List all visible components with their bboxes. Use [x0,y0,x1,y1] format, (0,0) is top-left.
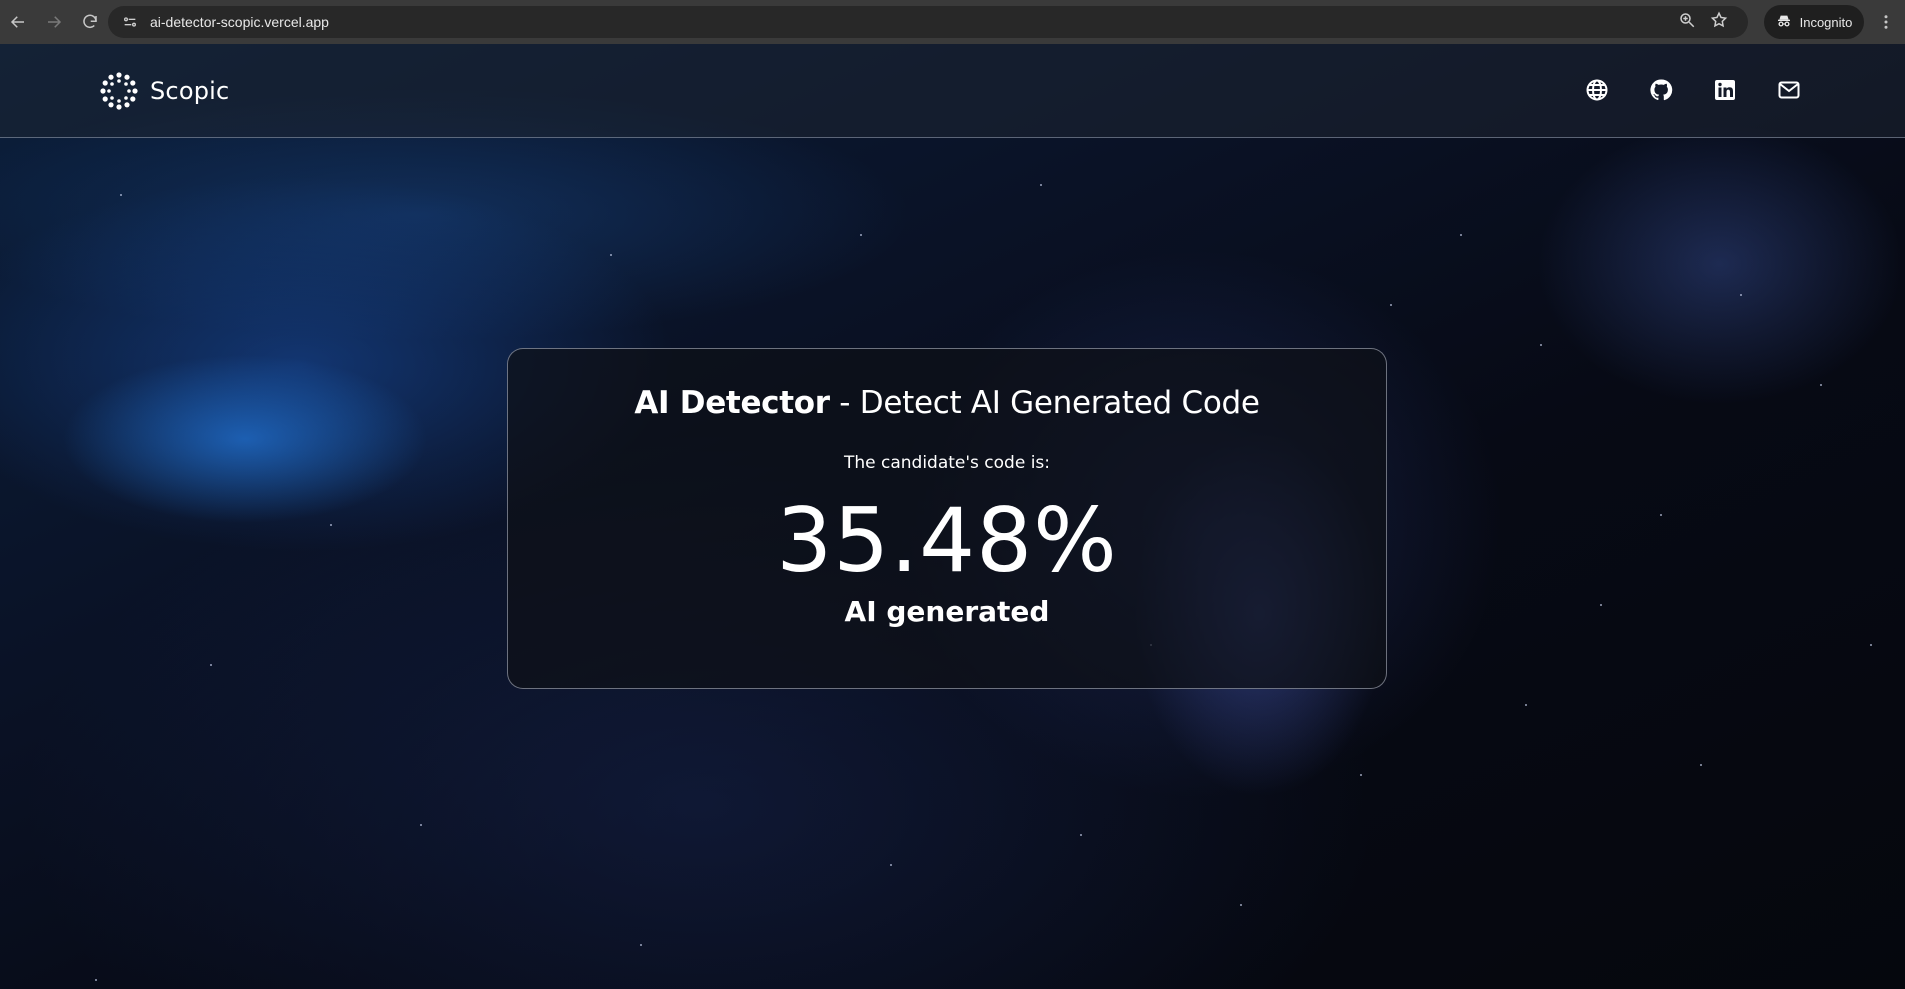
scopic-logo-icon [100,72,138,110]
more-menu-icon[interactable] [1872,4,1900,40]
zoom-icon[interactable] [1678,11,1696,34]
url-text: ai-detector-scopic.vercel.app [150,14,329,30]
page-background: Scopic AI Detector - Detect AI Generated… [0,44,1905,989]
ai-generated-label: AI generated [844,595,1050,628]
site-info-icon[interactable] [116,8,144,36]
header-nav [1585,78,1801,102]
brand-link[interactable]: Scopic [98,70,229,112]
site-header: Scopic [0,44,1905,138]
title-strong: AI Detector [634,385,830,421]
incognito-label: Incognito [1799,14,1853,30]
mail-icon[interactable] [1777,78,1801,102]
result-subtitle: The candidate's code is: [843,453,1051,473]
browser-toolbar: ai-detector-scopic.vercel.app Incognito [0,0,1905,44]
globe-icon[interactable] [1585,78,1609,102]
title-rest: - Detect AI Generated Code [829,385,1260,421]
reload-icon[interactable] [72,4,108,40]
result-card: AI Detector - Detect AI Generated Code T… [507,348,1387,689]
ai-percentage: 35.48% [776,489,1118,592]
incognito-badge[interactable]: Incognito [1764,5,1864,39]
address-bar[interactable]: ai-detector-scopic.vercel.app [108,6,1748,38]
bookmark-star-icon[interactable] [1710,11,1728,34]
page-title: AI Detector - Detect AI Generated Code [508,385,1386,421]
github-icon[interactable] [1649,78,1673,102]
forward-arrow-icon[interactable] [36,4,72,40]
linkedin-icon[interactable] [1713,78,1737,102]
back-arrow-icon[interactable] [0,4,36,40]
brand-name: Scopic [150,77,230,105]
incognito-icon [1776,13,1792,32]
